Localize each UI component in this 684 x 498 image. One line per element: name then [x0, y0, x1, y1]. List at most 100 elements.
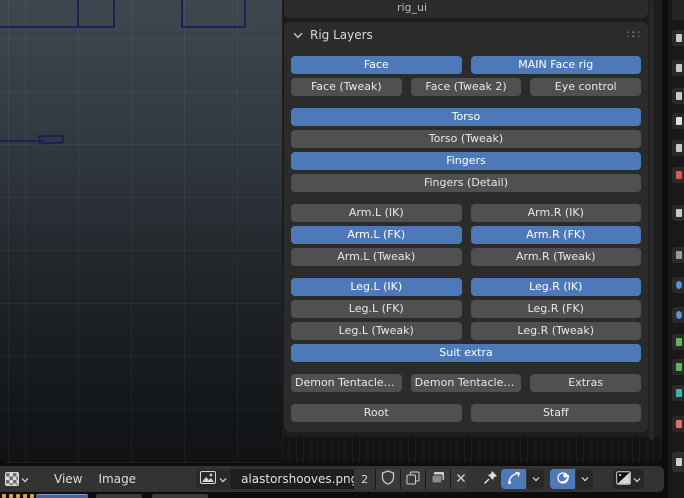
rig-layer-row: Leg.L (IK) Leg.R (IK) [291, 278, 641, 296]
rig-layer-button[interactable]: Arm.R (Tweak) [471, 248, 642, 266]
rig-layer-button[interactable]: Face [291, 56, 462, 74]
browse-image-button[interactable] [196, 469, 232, 489]
pushpin-icon [483, 470, 498, 488]
properties-tab-icon[interactable] [672, 113, 684, 129]
properties-tab-icon[interactable] [672, 385, 684, 401]
keyframe-icon[interactable] [30, 494, 34, 498]
fake-user-button[interactable] [376, 469, 401, 489]
image-name-field[interactable]: alastorshooves.png [232, 469, 354, 489]
rig-layer-row: Torso [291, 108, 641, 126]
rig-layer-button[interactable]: Torso (Tweak) [291, 130, 641, 148]
rig-layer-button[interactable]: Demon Tentacles ... [411, 374, 522, 392]
keyframe-icon[interactable] [9, 494, 13, 498]
partial-button[interactable] [96, 494, 142, 498]
image-users-count[interactable]: 2 [354, 469, 376, 489]
image-editor-icon [5, 472, 19, 486]
rig-layer-button[interactable]: Leg.L (FK) [291, 300, 462, 318]
properties-tab-icon[interactable] [672, 60, 684, 76]
rig-layer-button[interactable]: Demon Tentacles ... [291, 374, 402, 392]
properties-tab-icon[interactable] [672, 88, 684, 104]
rig-layer-button[interactable]: Extras [530, 374, 641, 392]
rig-layer-button[interactable]: Arm.R (IK) [471, 204, 642, 222]
partial-button[interactable] [36, 494, 88, 498]
rig-layer-row: Demon Tentacles ... Demon Tentacles ... … [291, 374, 641, 392]
open-image-button[interactable] [426, 469, 451, 489]
properties-tab-icon[interactable] [672, 277, 684, 293]
scrollbar[interactable] [649, 0, 654, 440]
gizmos-toggle[interactable] [501, 469, 526, 489]
rig-layer-button[interactable]: Leg.R (IK) [471, 278, 642, 296]
partial-button[interactable] [152, 494, 208, 498]
display-channels-selector[interactable] [613, 469, 644, 489]
rig-layer-button[interactable]: Leg.R (FK) [471, 300, 642, 318]
rig-layer-row: Fingers (Detail) [291, 174, 641, 192]
properties-tab-icon[interactable] [672, 167, 684, 183]
rig-layer-button[interactable]: Face (Tweak 2) [411, 78, 522, 96]
rig-layer-button[interactable]: Leg.R (Tweak) [471, 322, 642, 340]
gizmos-dropdown[interactable] [527, 469, 544, 489]
drag-grip-icon[interactable]: ∷∷ [627, 30, 639, 40]
rig-layer-button[interactable]: Arm.R (FK) [471, 226, 642, 244]
blender-screen: rig_ui Rig Layers ∷∷ Face MAIN Face rig [0, 0, 684, 498]
footer-right-controls [501, 469, 644, 489]
rig-layer-button[interactable]: Leg.L (Tweak) [291, 322, 462, 340]
rig-layer-row: Leg.L (Tweak) Leg.R (Tweak) [291, 322, 641, 340]
chevron-down-icon [219, 473, 227, 486]
pin-button[interactable] [480, 468, 501, 490]
menu-view[interactable]: View [46, 472, 90, 486]
rig-layer-button[interactable]: Suit extra [291, 344, 641, 362]
rig-layer-button[interactable]: MAIN Face rig [471, 56, 642, 74]
rig-layer-button[interactable]: Arm.L (IK) [291, 204, 462, 222]
rig-layer-button[interactable]: Root [291, 404, 462, 422]
rig-layers-body: Face MAIN Face rig Face (Tweak) Face (Tw… [284, 48, 648, 436]
properties-tab-icon[interactable] [672, 307, 684, 323]
keyframe-icon[interactable] [23, 494, 27, 498]
properties-tab-icon[interactable] [672, 140, 684, 156]
partial-panel [672, 0, 684, 20]
partial-header-icon[interactable] [672, 452, 684, 472]
overlays-dropdown[interactable] [576, 469, 593, 489]
rig-layer-button[interactable]: Fingers (Detail) [291, 174, 641, 192]
rig-layer-row: Fingers [291, 152, 641, 170]
overlay-icon [556, 471, 570, 488]
properties-tab-icon[interactable] [672, 205, 684, 221]
image-editor-region: rig_ui Rig Layers ∷∷ Face MAIN Face rig [0, 0, 662, 463]
sidebar-region: rig_ui Rig Layers ∷∷ Face MAIN Face rig [282, 0, 662, 463]
duplicate-icon [406, 471, 420, 488]
properties-tab-icon[interactable] [672, 30, 684, 46]
rig-layers-header[interactable]: Rig Layers ∷∷ [284, 22, 648, 48]
overlays-toggle-widget [550, 469, 593, 489]
keyframe-icon[interactable] [2, 494, 6, 498]
grid-stripes [282, 437, 662, 463]
panel-rig-layers: Rig Layers ∷∷ Face MAIN Face rig Face (T… [284, 22, 648, 432]
rig-layer-row: Face MAIN Face rig [291, 56, 641, 74]
keyframe-icon[interactable] [16, 494, 20, 498]
rig-layer-button[interactable]: Torso [291, 108, 641, 126]
rig-layer-row: Face (Tweak) Face (Tweak 2) Eye control [291, 78, 641, 96]
channels-icon [616, 471, 631, 488]
menu-image[interactable]: Image [90, 472, 144, 486]
image-stack-icon [431, 471, 445, 487]
properties-tab-icon[interactable] [672, 334, 684, 350]
new-image-button[interactable] [401, 469, 426, 489]
chevron-down-icon [633, 473, 641, 486]
wireframe-box [0, 0, 115, 28]
properties-tab-icon[interactable] [672, 416, 684, 432]
wireframe-edge [77, 0, 79, 28]
rig-layer-button[interactable]: Leg.L (IK) [291, 278, 462, 296]
rig-layer-button[interactable]: Staff [471, 404, 642, 422]
rig-layer-row: Suit extra [291, 344, 641, 362]
rig-layer-button[interactable]: Arm.L (FK) [291, 226, 462, 244]
properties-tab-icon[interactable] [672, 247, 684, 263]
rig-layer-button[interactable]: Face (Tweak) [291, 78, 402, 96]
wireframe-bone [38, 135, 64, 145]
rig-layer-button[interactable]: Eye control [530, 78, 641, 96]
properties-tab-icon[interactable] [672, 359, 684, 375]
rig-layer-button[interactable]: Fingers [291, 152, 641, 170]
shield-icon [381, 470, 395, 488]
viewport-background [0, 0, 282, 463]
rig-layer-button[interactable]: Arm.L (Tweak) [291, 248, 462, 266]
editor-type-selector[interactable] [2, 470, 32, 488]
unlink-image-button[interactable] [451, 469, 467, 489]
overlays-toggle[interactable] [550, 469, 575, 489]
